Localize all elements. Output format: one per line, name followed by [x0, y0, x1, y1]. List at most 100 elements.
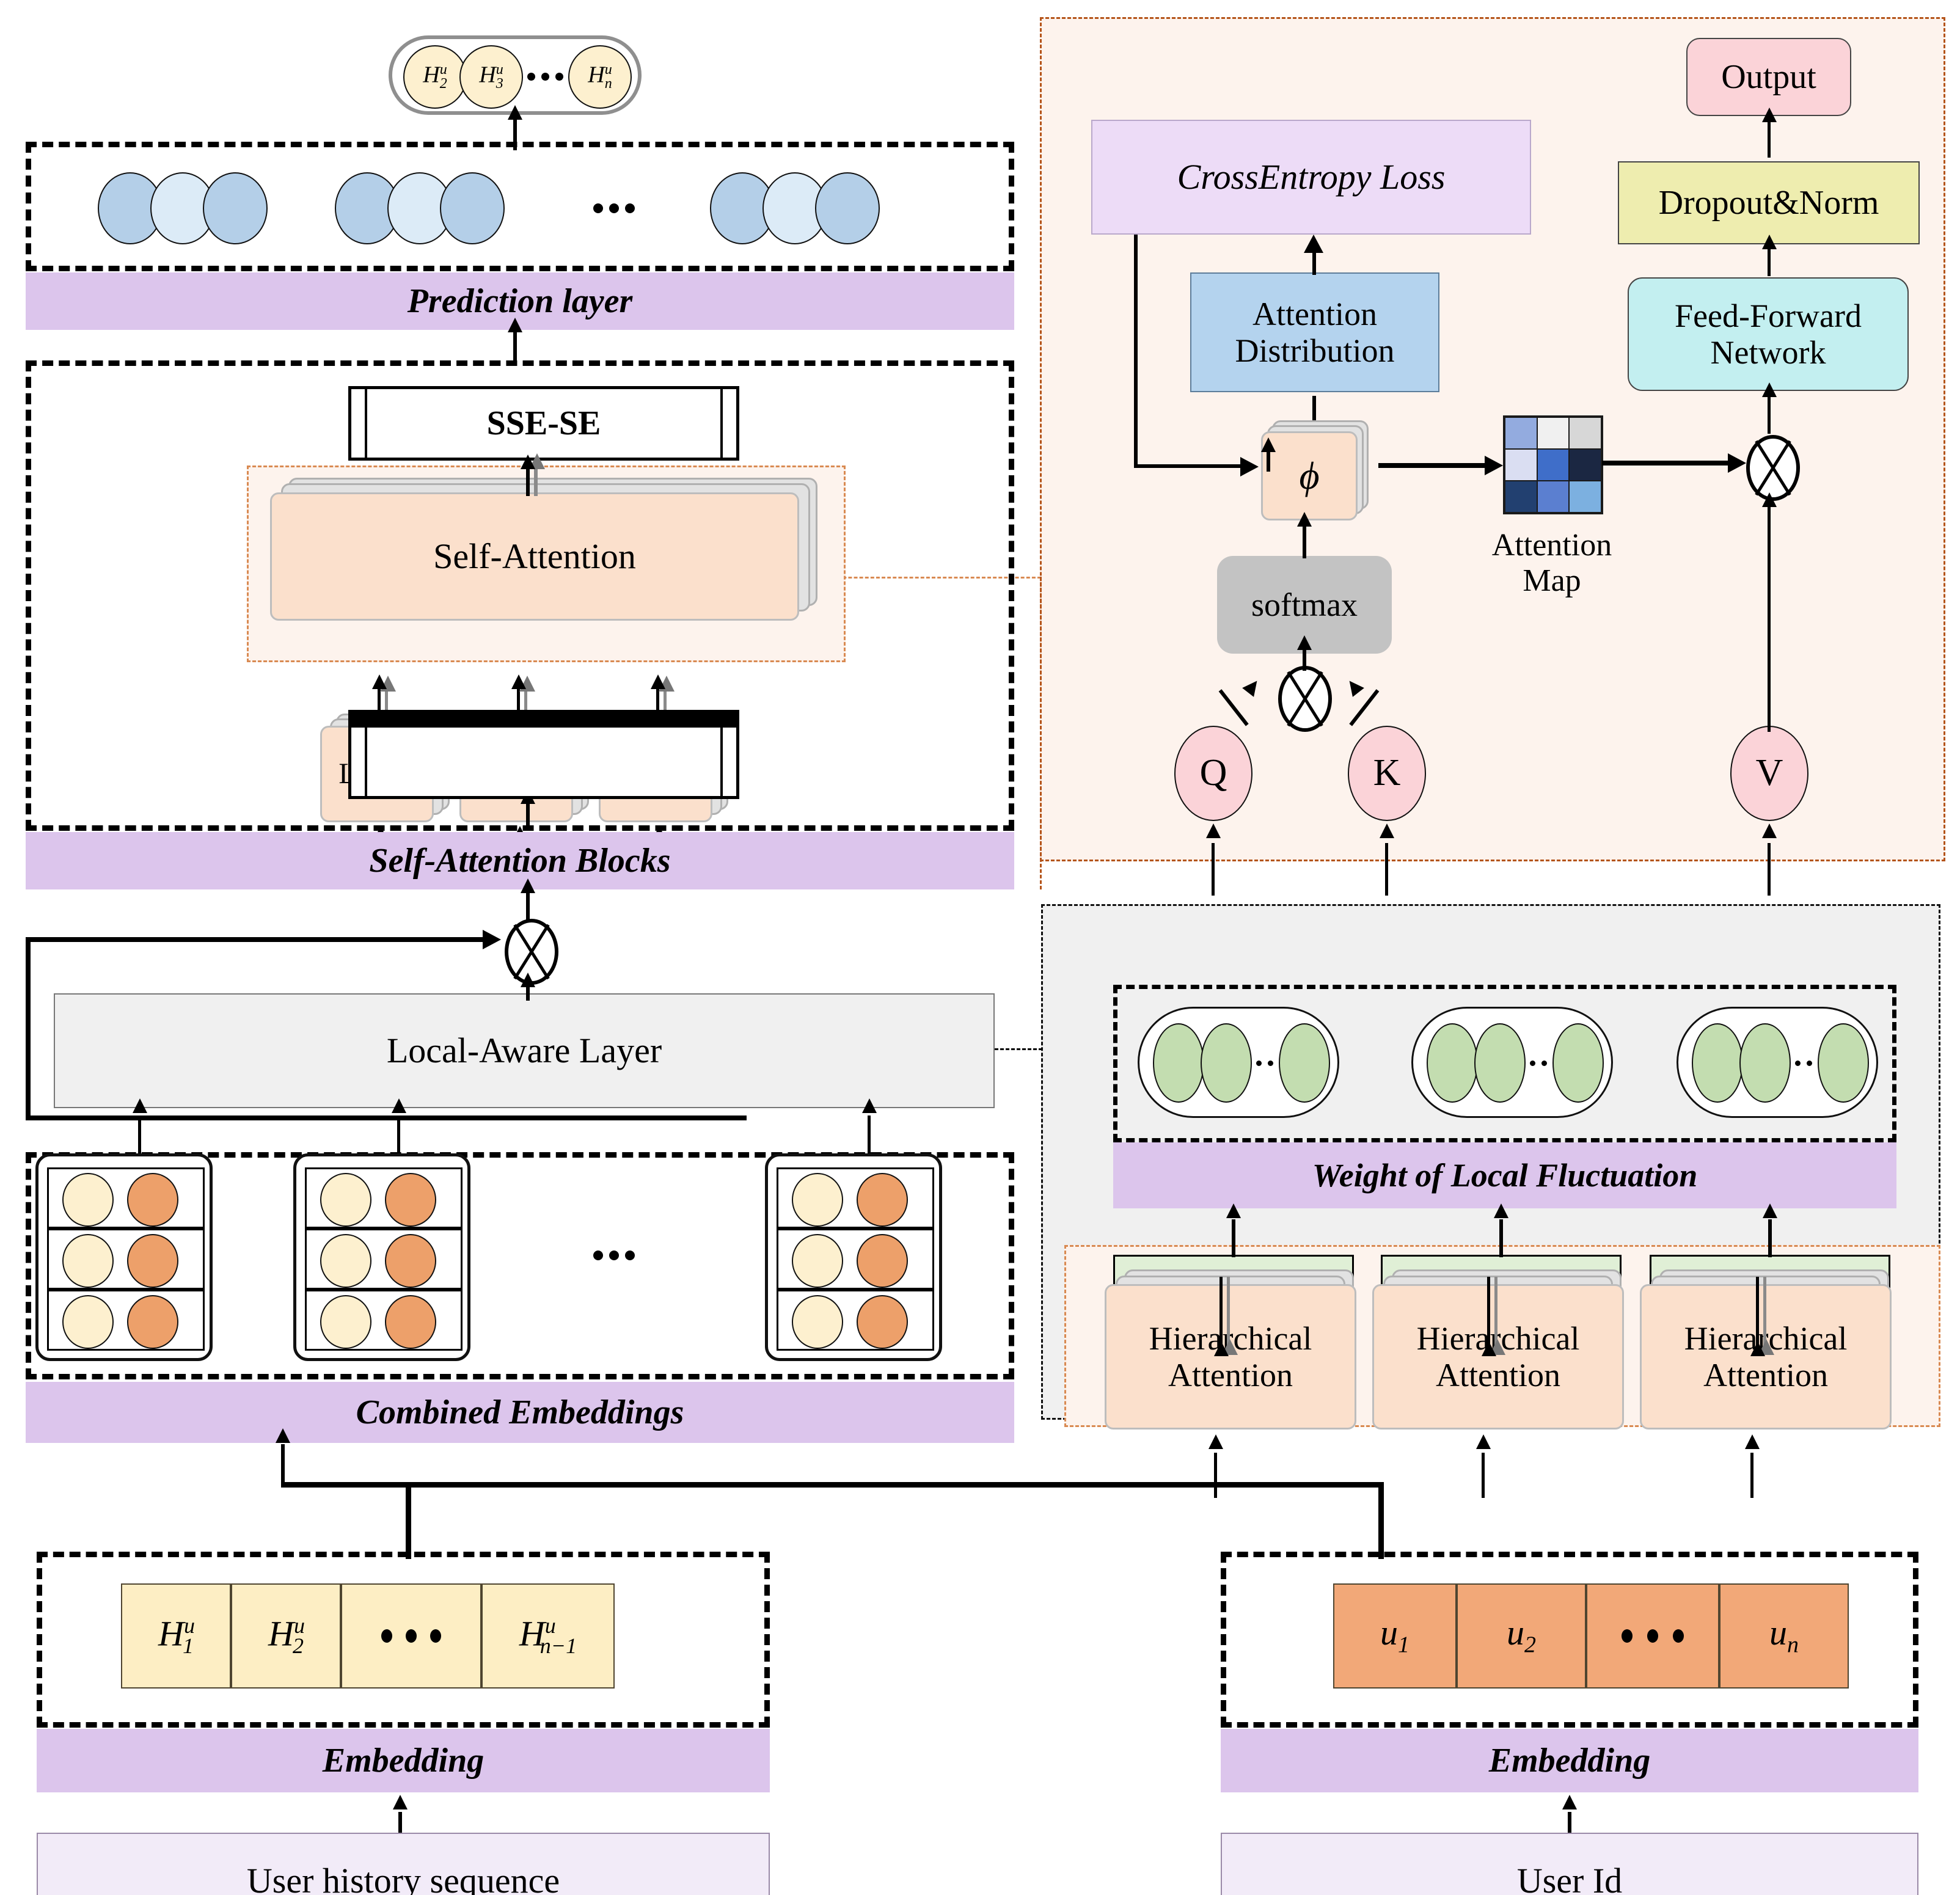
- hierarchical-attention-label: Hierarchical Attention: [1149, 1320, 1312, 1393]
- user-token-ellipsis: [1586, 1583, 1719, 1689]
- query-label: Q: [1199, 752, 1227, 794]
- dropout-norm-box: Dropout&Norm: [1618, 161, 1920, 244]
- output-token: Hun: [568, 45, 632, 109]
- embedding-row: [305, 1167, 463, 1229]
- user-id-input-box: User Id: [1221, 1833, 1918, 1895]
- fluctuation-circle: [1153, 1023, 1204, 1103]
- key-label: K: [1373, 752, 1401, 794]
- user-token: un: [1719, 1583, 1849, 1689]
- self-attention-card: Self-Attention: [266, 478, 828, 630]
- sse-se-bottom-box-real: [348, 716, 739, 722]
- qk-multiply-icon: [1278, 666, 1332, 732]
- user-embedding-circle: [857, 1173, 908, 1227]
- embedding-row: [305, 1229, 463, 1290]
- item-embedding-circle: [62, 1295, 114, 1349]
- item-embedding-circle: [792, 1295, 843, 1349]
- fluctuation-group: [1138, 1007, 1339, 1118]
- attention-map-cell: [1505, 449, 1537, 481]
- attention-map-cell: [1537, 417, 1570, 449]
- value-label: V: [1755, 752, 1783, 794]
- prediction-ellipsis: [587, 199, 642, 217]
- user-token: u2: [1457, 1583, 1586, 1689]
- fluctuation-circle: [1739, 1023, 1791, 1103]
- combined-embeddings-label-bar: Combined Embeddings: [26, 1382, 1014, 1443]
- fluctuation-circle: [1692, 1023, 1743, 1103]
- phi-card: ϕ: [1259, 420, 1375, 524]
- combined-embedding-group: [765, 1153, 942, 1361]
- attention-map-cell: [1505, 417, 1537, 449]
- prediction-circle: [440, 172, 505, 244]
- history-embedding-label-bar: Embedding: [37, 1729, 770, 1792]
- sse-se-top-box: SSE-SE: [348, 386, 739, 461]
- user-embedding-circle: [385, 1234, 436, 1288]
- combined-embeddings-ellipsis: [587, 1246, 642, 1265]
- local-aware-layer-box: Local-Aware Layer: [54, 993, 995, 1108]
- key-node: K: [1348, 726, 1426, 821]
- fluctuation-circle: [1474, 1023, 1526, 1103]
- attention-map-cell: [1537, 481, 1570, 513]
- history-token: Hu1: [121, 1583, 231, 1689]
- output-token: Hu3: [459, 45, 523, 109]
- embedding-row: [47, 1229, 205, 1290]
- fluctuation-group: [1677, 1007, 1878, 1118]
- attention-distribution-box: Attention Distribution: [1190, 272, 1439, 392]
- self-attention-label: Self-Attention: [433, 536, 636, 576]
- fluctuation-circle: [1818, 1023, 1869, 1103]
- prediction-circle: [815, 172, 880, 244]
- attention-map-cell: [1537, 449, 1570, 481]
- loss-feedback-line: [1134, 235, 1138, 468]
- attention-map-caption: Attention Map: [1491, 527, 1612, 598]
- embedding-row: [777, 1290, 934, 1351]
- fluctuation-circle: [1279, 1023, 1330, 1103]
- local-aware-detail-connector: [995, 1048, 1042, 1050]
- embedding-row: [47, 1167, 205, 1229]
- fluctuation-circle: [1427, 1023, 1478, 1103]
- attention-map-cell: [1569, 481, 1601, 513]
- attention-map-cell: [1569, 449, 1601, 481]
- user-embedding-circle: [857, 1295, 908, 1349]
- output-token-capsule: Hu2 Hu3 Hun: [389, 35, 642, 115]
- softmax-label: softmax: [1251, 586, 1358, 623]
- attention-map-cell: [1569, 417, 1601, 449]
- user-id-embedding-label-bar: Embedding: [1221, 1729, 1918, 1792]
- history-token: Hun−1: [481, 1583, 615, 1689]
- output-label: Output: [1721, 57, 1816, 96]
- user-embedding-circle: [127, 1234, 178, 1288]
- crossentropy-loss-box: CrossEntropy Loss: [1091, 120, 1531, 235]
- user-embedding-circle: [127, 1295, 178, 1349]
- query-node: Q: [1174, 726, 1252, 821]
- self-attention-blocks-label-bar: Self-Attention Blocks: [26, 832, 1014, 889]
- item-embedding-circle: [792, 1234, 843, 1288]
- embedding-row: [777, 1229, 934, 1290]
- embedding-row: [47, 1290, 205, 1351]
- value-multiply-icon: [1746, 435, 1800, 501]
- feed-forward-network-box: Feed-Forward Network: [1628, 277, 1909, 391]
- user-embedding-circle: [127, 1173, 178, 1227]
- output-token: Hu2: [403, 45, 467, 109]
- panel-link-vertical: [1040, 577, 1042, 889]
- item-embedding-circle: [320, 1295, 371, 1349]
- combined-embedding-group: [293, 1153, 470, 1361]
- embedding-merge-bus: [406, 1482, 1383, 1488]
- residual-bypass-line: [26, 937, 490, 942]
- output-token-ellipsis: [522, 67, 568, 86]
- fluctuation-circle: [1552, 1023, 1604, 1103]
- output-box: Output: [1686, 38, 1851, 116]
- combined-embedding-group: [35, 1153, 213, 1361]
- sse-se-bottom-box: [348, 725, 739, 799]
- embedding-row: [777, 1167, 934, 1229]
- attention-distribution-label: Attention Distribution: [1235, 295, 1395, 369]
- user-embedding-circle: [385, 1295, 436, 1349]
- crossentropy-loss-label: CrossEntropy Loss: [1177, 156, 1446, 197]
- local-aware-layer-label: Local-Aware Layer: [386, 1030, 662, 1070]
- value-node: V: [1730, 726, 1808, 821]
- user-embedding-circle: [385, 1173, 436, 1227]
- history-token: Hu2: [231, 1583, 341, 1689]
- dropout-norm-label: Dropout&Norm: [1658, 183, 1879, 222]
- weight-local-fluctuation-label-bar: Weight of Local Fluctuation: [1113, 1142, 1896, 1208]
- phi-label: ϕ: [1299, 454, 1320, 498]
- item-embedding-circle: [792, 1173, 843, 1227]
- item-embedding-circle: [62, 1234, 114, 1288]
- feed-forward-label: Feed-Forward Network: [1675, 297, 1862, 371]
- architecture-diagram: CrossEntropy Loss Attention Distribution…: [0, 0, 1960, 1895]
